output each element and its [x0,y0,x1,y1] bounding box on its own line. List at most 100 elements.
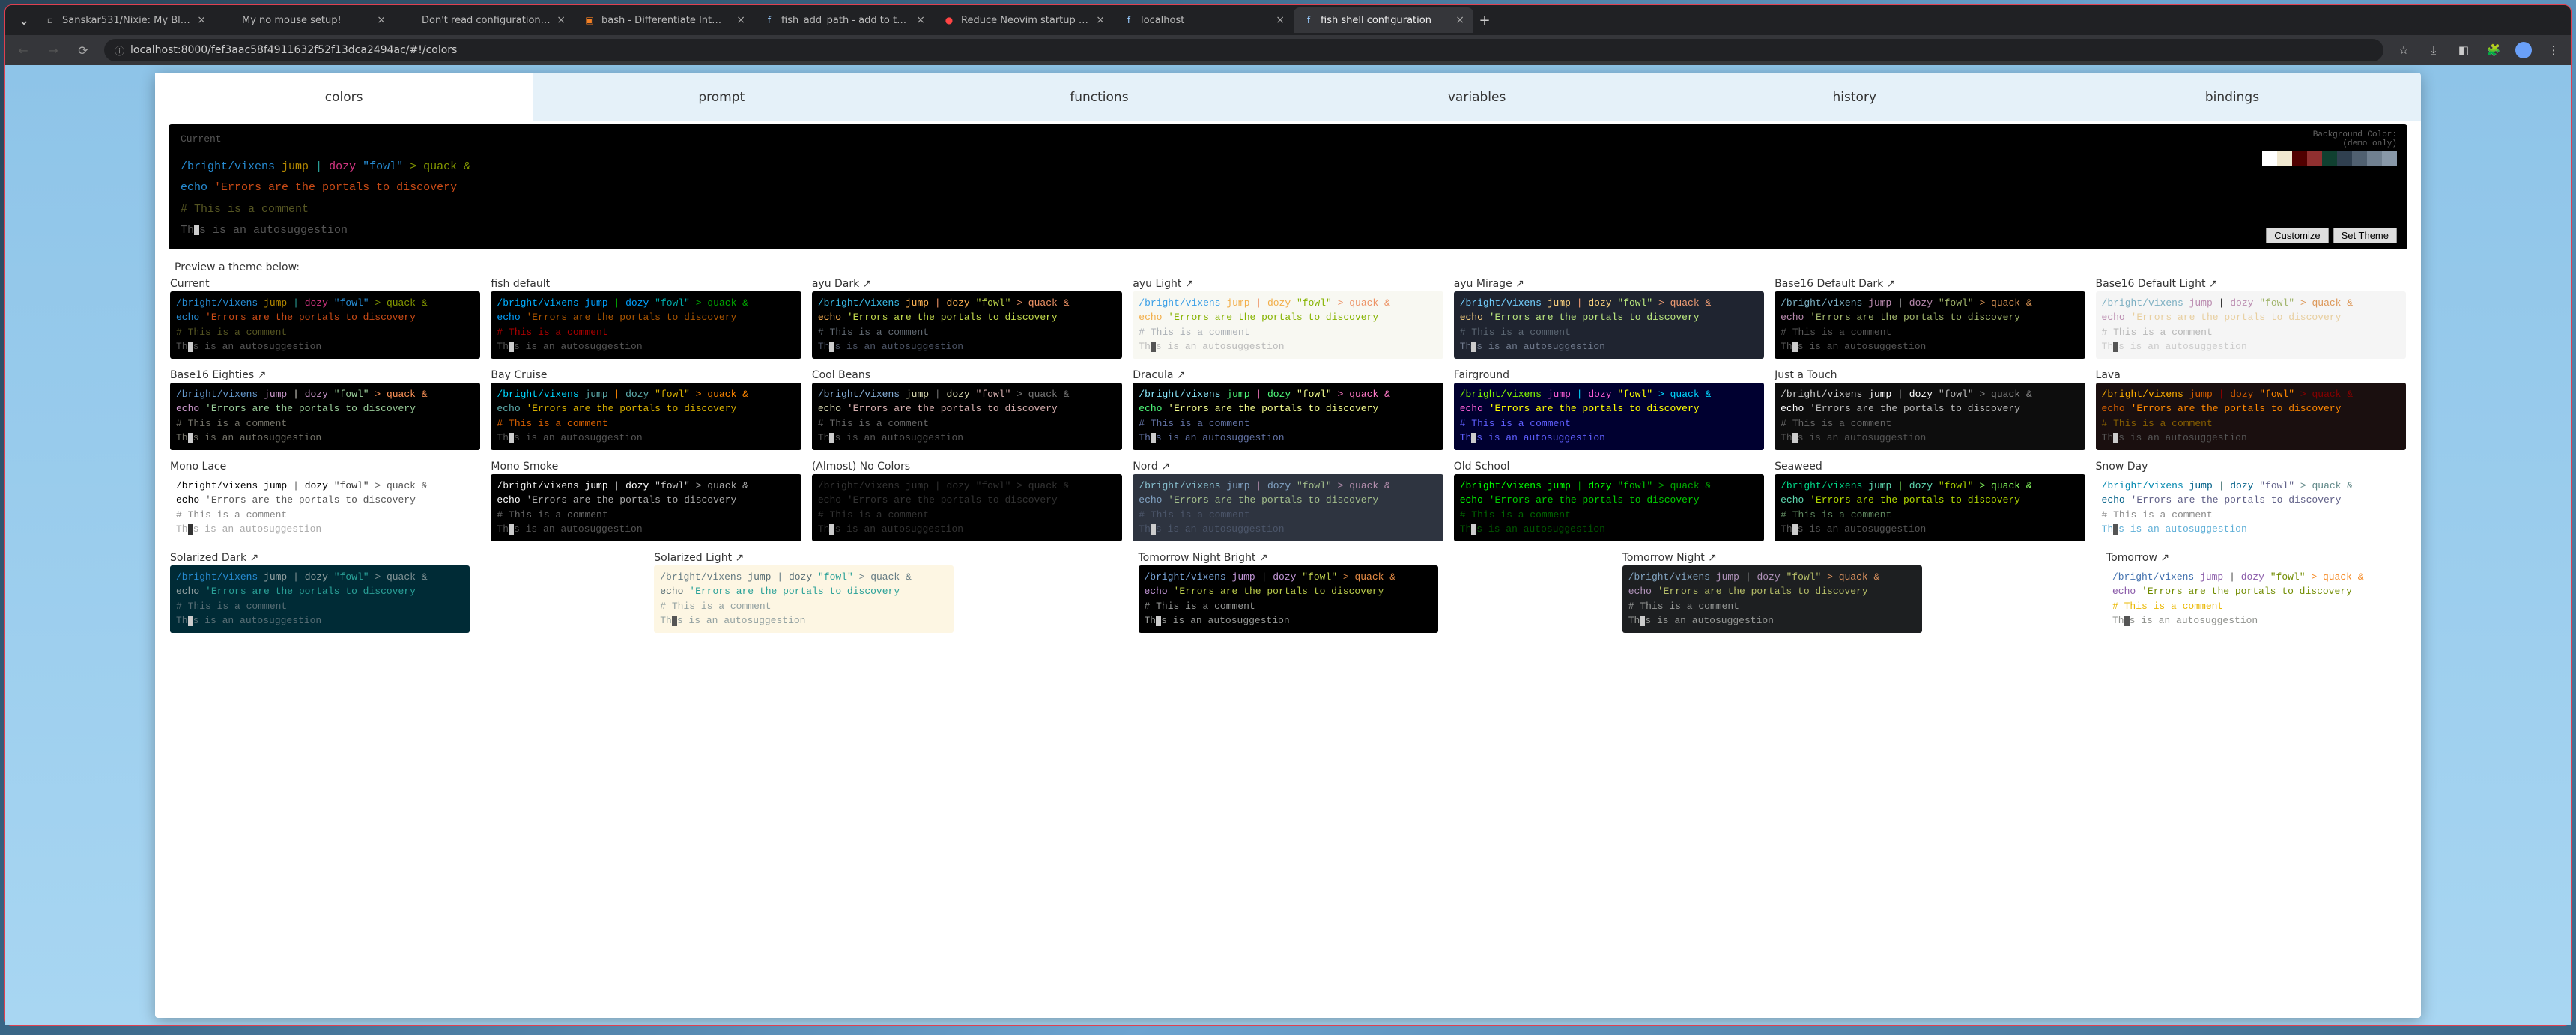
sample-comment: # This is a comment [181,199,2395,221]
theme-swatch-lava[interactable]: /bright/vixens jump | dozy "fowl" > quac… [2096,383,2406,450]
favicon-icon: f [763,14,775,26]
theme-swatch-ayudark[interactable]: /bright/vixens jump | dozy "fowl" > quac… [812,291,1122,359]
close-icon[interactable]: × [377,14,386,26]
theme-name: Dracula ↗ [1133,369,1443,381]
bg-swatch[interactable] [2277,151,2292,166]
menu-icon[interactable]: ⋮ [2545,42,2562,58]
close-icon[interactable]: × [736,14,745,26]
sample-pipe: | [315,160,322,173]
sample-echostr: 'Errors are the portals to discovery [214,181,457,194]
bg-label: Background Color: [2247,130,2397,139]
favicon-icon: f [1123,14,1135,26]
theme-swatch-monosmoke[interactable]: /bright/vixens jump | dozy "fowl" > quac… [491,474,801,541]
theme-swatch-b16eighties[interactable]: /bright/vixens jump | dozy "fowl" > quac… [170,383,480,450]
browser-tab[interactable]: Don't read configuration… × [395,7,575,33]
theme-swatch-coolbeans[interactable]: /bright/vixens jump | dozy "fowl" > quac… [812,383,1122,450]
theme-swatch-oldschool[interactable]: /bright/vixens jump | dozy "fowl" > quac… [1454,474,1764,541]
url-text: localhost:8000/fef3aac58f4911632f52f13dc… [130,44,457,56]
theme-swatch-ayulight[interactable]: /bright/vixens jump | dozy "fowl" > quac… [1133,291,1443,359]
tab-strip: ⌄ ▫Sanskar531/Nixie: My Bl…× My no mouse… [5,5,2571,35]
sample-redir: > quack & [410,160,470,173]
theme-swatch-nocolors[interactable]: /bright/vixens jump | dozy "fowl" > quac… [812,474,1122,541]
theme-name: Snow Day [2096,461,2406,473]
theme-swatch-current[interactable]: /bright/vixens jump | dozy "fowl" > quac… [170,291,480,359]
fish-config-page: colors prompt functions variables histor… [155,73,2421,1018]
favicon-icon [404,14,416,26]
profile-avatar[interactable] [2515,42,2532,58]
bg-swatch[interactable] [2307,151,2322,166]
theme-swatch-baycruise[interactable]: /bright/vixens jump | dozy "fowl" > quac… [491,383,801,450]
theme-name: Mono Lace [170,461,480,473]
reload-button[interactable]: ⟳ [74,41,92,59]
theme-swatch-b16light[interactable]: /bright/vixens jump | dozy "fowl" > quac… [2096,291,2406,359]
theme-swatch-snowday[interactable]: /bright/vixens jump | dozy "fowl" > quac… [2096,474,2406,541]
close-icon[interactable]: × [1455,14,1464,26]
close-icon[interactable]: × [1276,14,1285,26]
close-icon[interactable]: × [557,14,566,26]
tab-title: Sanskar531/Nixie: My Bl… [62,15,191,26]
bg-swatch[interactable] [2337,151,2352,166]
bg-swatch[interactable] [2382,151,2397,166]
tab-colors[interactable]: colors [155,73,533,121]
theme-swatch-fishdefault[interactable]: /bright/vixens jump | dozy "fowl" > quac… [491,291,801,359]
bookmark-icon[interactable]: ☆ [2395,42,2412,58]
url-input[interactable]: ⓘ localhost:8000/fef3aac58f4911632f52f13… [104,39,2383,61]
bg-swatch[interactable] [2322,151,2337,166]
tab-history[interactable]: history [1666,73,2043,121]
theme-swatch-sollight[interactable]: /bright/vixens jump | dozy "fowl" > quac… [654,565,954,633]
sample-cmd: jump [282,160,309,173]
tab-prompt[interactable]: prompt [533,73,910,121]
bg-swatch[interactable] [2367,151,2382,166]
theme-swatch-soldark[interactable]: /bright/vixens jump | dozy "fowl" > quac… [170,565,470,633]
site-info-icon[interactable]: ⓘ [115,43,124,58]
browser-tab[interactable]: ▫Sanskar531/Nixie: My Bl…× [35,7,215,33]
theme-swatch-monolace[interactable]: /bright/vixens jump | dozy "fowl" > quac… [170,474,480,541]
sample-path: /bright/vixens [181,160,275,173]
back-button[interactable]: ← [14,41,32,59]
browser-tab[interactable]: My no mouse setup!× [215,7,395,33]
sample-sug: s is an autosuggestion [199,224,348,237]
bg-swatch[interactable] [2352,151,2367,166]
close-icon[interactable]: × [1096,14,1105,26]
theme-name: Seaweed [1775,461,2085,473]
bg-swatch[interactable] [2262,151,2277,166]
tab-bindings[interactable]: bindings [2043,73,2421,121]
tab-variables[interactable]: variables [1288,73,1666,121]
theme-swatch-tn[interactable]: /bright/vixens jump | dozy "fowl" > quac… [1622,565,1922,633]
theme-swatch-tnb[interactable]: /bright/vixens jump | dozy "fowl" > quac… [1139,565,1438,633]
browser-tab[interactable]: ●Reduce Neovim startup …× [934,7,1114,33]
browser-tab[interactable]: flocalhost× [1114,7,1294,33]
theme-name: Solarized Dark ↗ [170,552,470,564]
bg-swatch[interactable] [2292,151,2307,166]
theme-swatch-tomorrow[interactable]: /bright/vixens jump | dozy "fowl" > quac… [2106,565,2406,633]
browser-tab[interactable]: ffish_add_path - add to t…× [754,7,934,33]
theme-swatch-b16dark[interactable]: /bright/vixens jump | dozy "fowl" > quac… [1775,291,2085,359]
browser-tab-active[interactable]: ffish shell configuration× [1294,7,1473,33]
theme-swatch-dracula[interactable]: /bright/vixens jump | dozy "fowl" > quac… [1133,383,1443,450]
theme-swatch-seaweed[interactable]: /bright/vixens jump | dozy "fowl" > quac… [1775,474,2085,541]
theme-swatch-nord[interactable]: /bright/vixens jump | dozy "fowl" > quac… [1133,474,1443,541]
close-icon[interactable]: × [197,14,206,26]
bg-palette [2247,151,2397,166]
tab-functions[interactable]: functions [910,73,1288,121]
theme-swatch-fairground[interactable]: /bright/vixens jump | dozy "fowl" > quac… [1454,383,1764,450]
extensions-icon[interactable]: 🧩 [2485,42,2502,58]
install-icon[interactable]: ⤓ [2425,42,2442,58]
sample-sug: Th [181,224,194,237]
close-icon[interactable]: × [916,14,925,26]
background-picker: Background Color: (demo only) [2247,130,2397,166]
theme-swatch-ayumirage[interactable]: /bright/vixens jump | dozy "fowl" > quac… [1454,291,1764,359]
theme-swatch-justatouch[interactable]: /bright/vixens jump | dozy "fowl" > quac… [1775,383,2085,450]
tab-title: Don't read configuration… [422,15,551,26]
theme-grid: Current/bright/vixens jump | dozy "fowl"… [170,278,2406,643]
browser-tab[interactable]: ▣bash - Differentiate Int…× [575,7,754,33]
customize-button[interactable]: Customize [2266,228,2328,243]
tabs-dropdown[interactable]: ⌄ [13,9,35,31]
side-panel-icon[interactable]: ◧ [2455,42,2472,58]
theme-name: Tomorrow Night ↗ [1622,552,1922,564]
bg-swatch[interactable] [2247,151,2262,166]
set-theme-button[interactable]: Set Theme [2333,228,2397,243]
new-tab-button[interactable]: + [1473,9,1496,31]
current-theme-preview: Current Background Color: (demo only) [169,124,2407,249]
forward-button[interactable]: → [44,41,62,59]
